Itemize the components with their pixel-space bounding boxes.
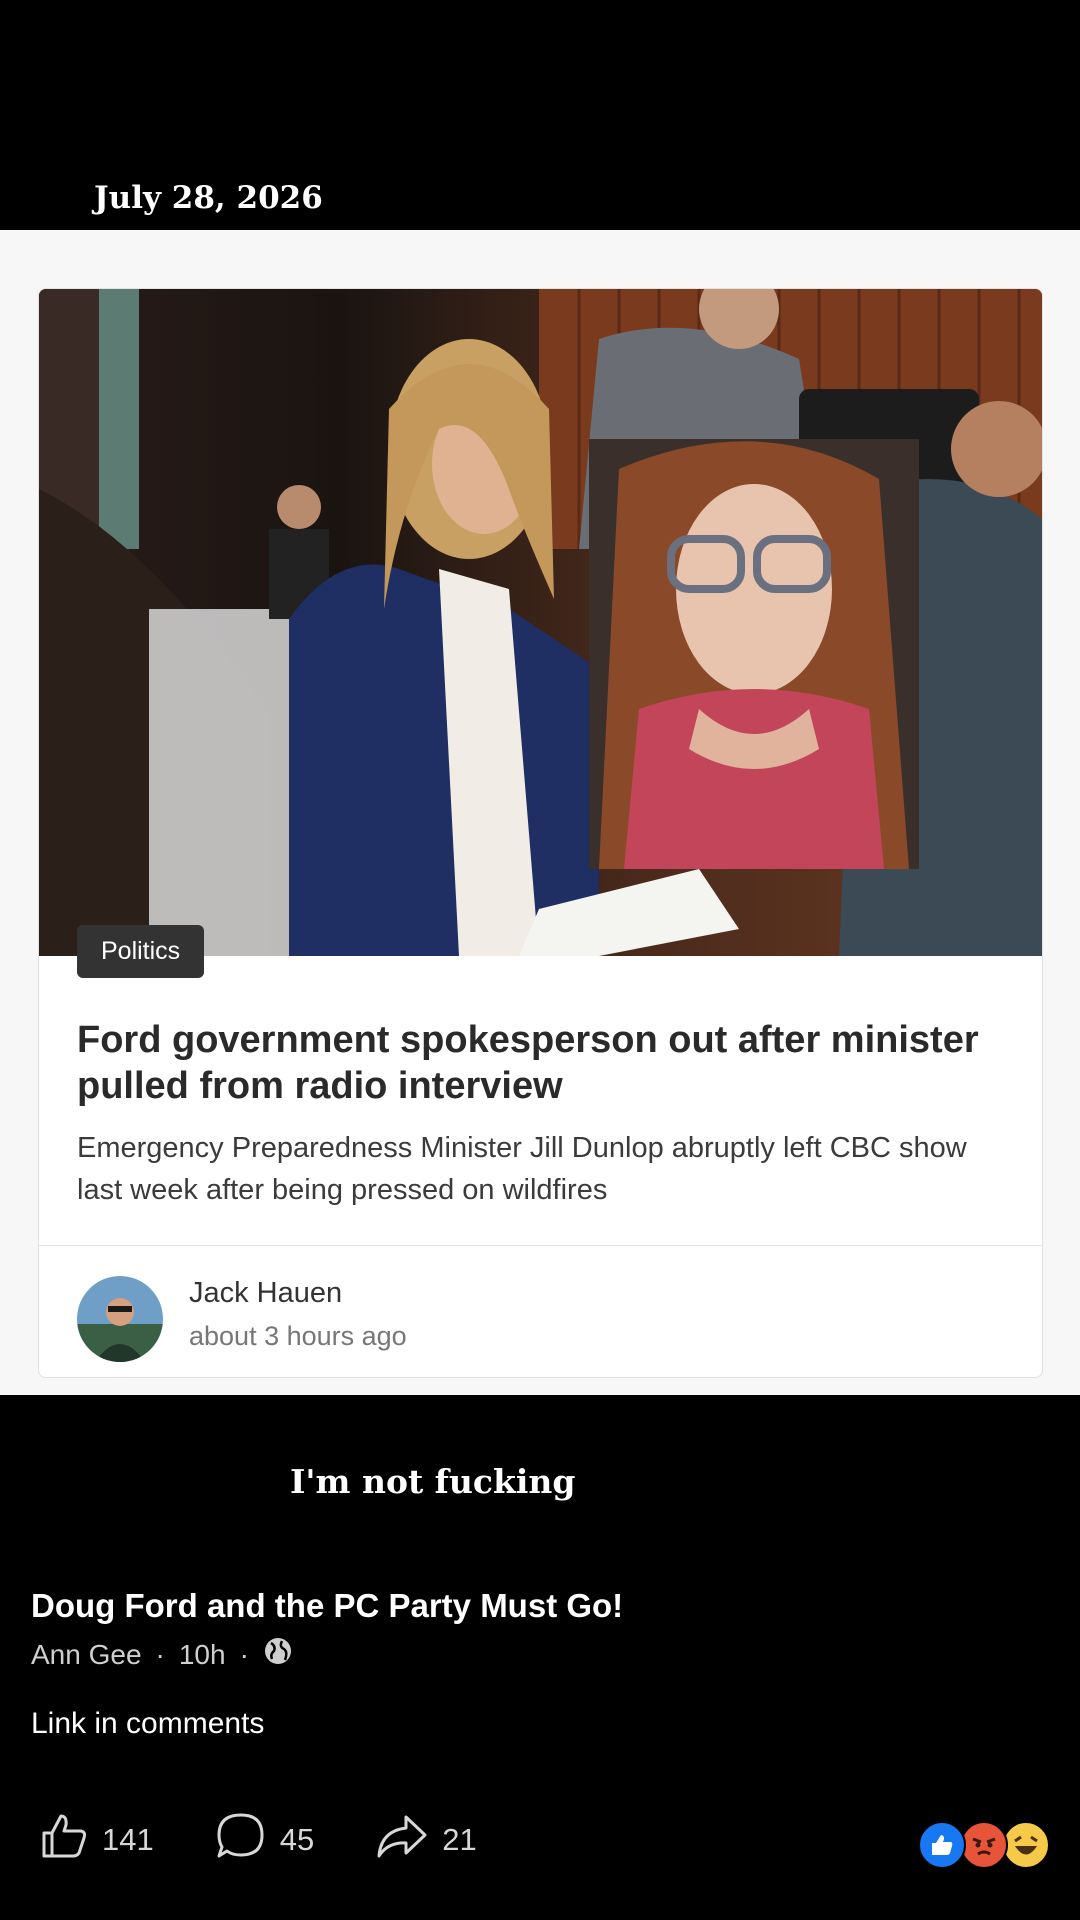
post-meta: Ann Gee · 10h · (31, 1636, 293, 1673)
share-count: 21 (442, 1822, 477, 1857)
meta-separator: · (239, 1638, 249, 1670)
divider (39, 1245, 1042, 1246)
avatar[interactable] (77, 1276, 163, 1362)
article-subheadline: Emergency Preparedness Minister Jill Dun… (77, 1132, 967, 1206)
like-reaction-icon (918, 1821, 966, 1869)
author-name[interactable]: Jack Hauen (189, 1277, 342, 1310)
comment-count: 45 (279, 1822, 315, 1857)
comment-button[interactable]: 45 (216, 1812, 314, 1868)
haha-reaction-icon (1002, 1821, 1050, 1869)
angry-reaction-icon (960, 1821, 1008, 1869)
overlay-caption: I'm not fucking (290, 1462, 576, 1501)
like-button[interactable]: 141 (40, 1813, 154, 1867)
article-timestamp: about 3 hours ago (189, 1321, 407, 1351)
group-title[interactable]: Doug Ford and the PC Party Must Go! (31, 1587, 623, 1625)
reaction-summary[interactable] (918, 1821, 1050, 1869)
article-headline[interactable]: Ford government spokesperson out after m… (77, 1017, 1007, 1109)
article-card[interactable]: Politics Ford government spokesperson ou… (38, 288, 1043, 1378)
thumbs-up-icon (40, 1813, 88, 1867)
globe-icon (263, 1636, 293, 1673)
like-count: 141 (102, 1822, 154, 1857)
article-screenshot: Politics Ford government spokesperson ou… (0, 230, 1080, 1395)
article-photo (39, 289, 1042, 956)
comment-icon (216, 1812, 266, 1868)
post-actions: 141 45 21 (40, 1812, 539, 1868)
post-time[interactable]: 10h (179, 1639, 226, 1671)
post-author[interactable]: Ann Gee (31, 1639, 142, 1671)
share-button[interactable]: 21 (376, 1813, 477, 1867)
share-icon (376, 1813, 428, 1867)
date-caption: July 28, 2026 (94, 180, 323, 216)
category-badge[interactable]: Politics (77, 925, 205, 978)
meta-separator: · (155, 1638, 165, 1670)
post-body: Link in comments (31, 1707, 265, 1740)
